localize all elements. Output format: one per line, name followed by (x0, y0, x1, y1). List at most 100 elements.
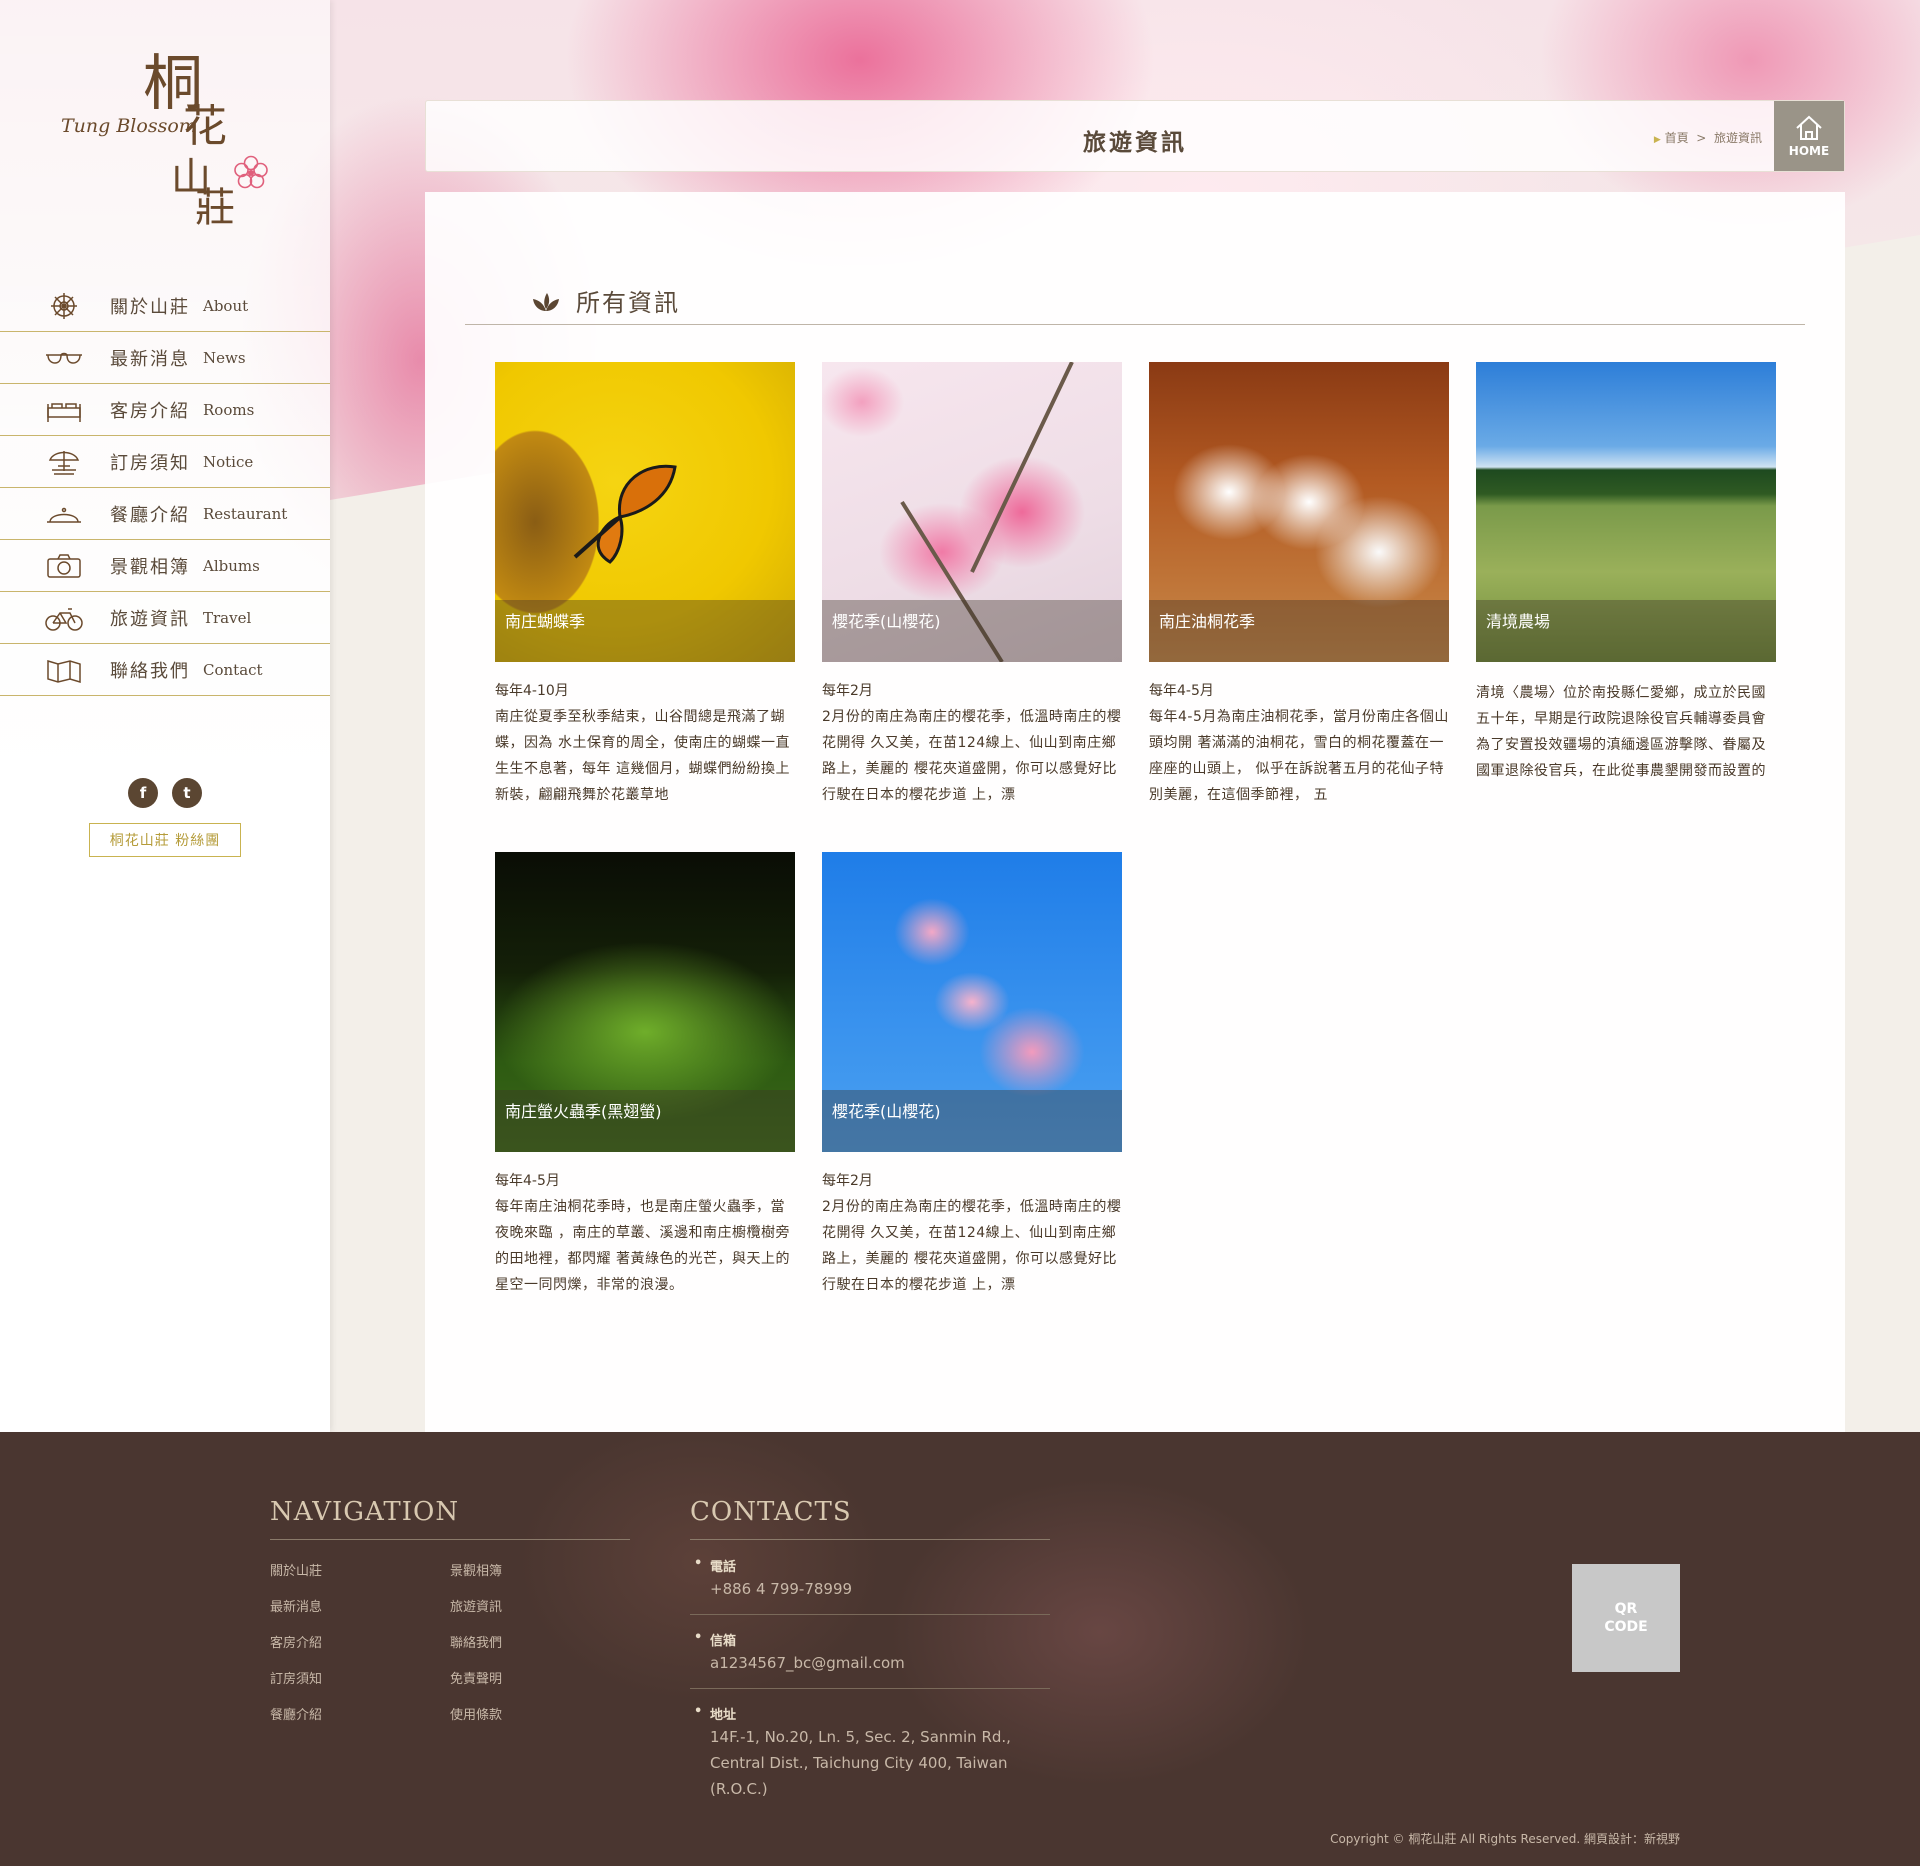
breadcrumb-separator: > (1696, 131, 1707, 145)
social-links: f t (128, 778, 202, 808)
card-image[interactable]: 南庄螢火蟲季(黑翅螢) (495, 852, 795, 1152)
nav-label-en: Travel (203, 609, 252, 627)
nav-label-en: Albums (203, 557, 260, 575)
main-content: 所有資訊 南庄蝴蝶季 每年4-10月 南庄從夏季至秋季結束，山谷間總是飛滿了蝴蝶… (425, 192, 1845, 1432)
copyright: Copyright © 桐花山莊 All Rights Reserved. 網頁… (1330, 1832, 1680, 1846)
nav-label-zh: 餐廳介紹 (110, 505, 190, 526)
nav-label-zh: 最新消息 (110, 349, 190, 370)
parasol-icon (48, 451, 80, 475)
butterfly-image (573, 464, 677, 564)
nav-item-contact[interactable]: 聯絡我們 Contact (0, 644, 330, 696)
house-icon (1796, 115, 1822, 140)
nav-label-zh: 客房介紹 (110, 401, 190, 422)
fan-page-button[interactable]: 桐花山莊 粉絲團 (89, 823, 241, 857)
email-label: 信箱 (694, 1630, 736, 1649)
card-date: 每年4-5月 (495, 1173, 560, 1189)
card-description: 每年南庄油桐花季時，也是南庄螢火蟲季，當夜晚來臨 ，南庄的草叢、溪邊和南庄櫥欖樹… (495, 1199, 790, 1293)
nav-label-en: Contact (203, 661, 263, 679)
nav-item-notice[interactable]: 訂房須知 Notice (0, 436, 330, 488)
home-button[interactable]: HOME (1774, 101, 1844, 171)
nav-item-restaurant[interactable]: 餐廳介紹 Restaurant (0, 488, 330, 540)
nav-label-zh: 旅遊資訊 (110, 609, 190, 630)
footer-link[interactable]: 使用條款 (450, 1704, 502, 1723)
facebook-icon[interactable]: f (128, 778, 158, 808)
nav-item-rooms[interactable]: 客房介紹 Rooms (0, 384, 330, 436)
card-caption: 櫻花季(山櫻花) (822, 1090, 1122, 1152)
cloche-icon (47, 507, 81, 523)
card-date: 每年4-5月 (1149, 683, 1214, 699)
address-line-2: Central Dist., Taichung City 400, Taiwan (710, 1754, 1008, 1772)
nav-item-albums[interactable]: 景觀相簿 Albums (0, 540, 330, 592)
travel-card[interactable]: 南庄螢火蟲季(黑翅螢) 每年4-5月 每年南庄油桐花季時，也是南庄螢火蟲季，當夜… (495, 852, 795, 1298)
divider (270, 1539, 630, 1540)
nav-label-zh: 關於山莊 (110, 297, 190, 318)
page-header: 旅遊資訊 ▶ 首頁 > 旅遊資訊 HOME (425, 100, 1845, 172)
footer-link[interactable]: 關於山莊 (270, 1560, 322, 1579)
footer-link[interactable]: 免責聲明 (450, 1668, 502, 1687)
card-description: 2月份的南庄為南庄的櫻花季，低溫時南庄的櫻花開得 久又美，在苗124線上、仙山到… (822, 709, 1122, 803)
travel-card[interactable]: 櫻花季(山櫻花) 每年2月 2月份的南庄為南庄的櫻花季，低溫時南庄的櫻花開得 久… (822, 852, 1122, 1298)
address-line-1: 14F.-1, No.20, Ln. 5, Sec. 2, Sanmin Rd.… (710, 1728, 1011, 1746)
travel-card[interactable]: 南庄油桐花季 每年4-5月 每年4-5月為南庄油桐花季，當月份南庄各個山頭均開 … (1149, 362, 1449, 808)
logo-english: Tung Blossom (61, 115, 197, 137)
dharma-wheel-icon (51, 293, 77, 319)
glasses-icon (46, 352, 82, 364)
phone-label: 電話 (694, 1556, 736, 1575)
map-icon (47, 659, 81, 684)
email-value[interactable]: a1234567_bc@gmail.com (710, 1650, 905, 1676)
nav-item-news[interactable]: 最新消息 News (0, 332, 330, 384)
footer: NAVIGATION 關於山莊 最新消息 客房介紹 訂房須知 餐廳介紹 景觀相簿… (0, 1432, 1920, 1866)
travel-card[interactable]: 南庄蝴蝶季 每年4-10月 南庄從夏季至秋季結束，山谷間總是飛滿了蝴蝶，因為 水… (495, 362, 795, 808)
footer-nav-heading: NAVIGATION (270, 1497, 460, 1527)
travel-card[interactable]: 櫻花季(山櫻花) 每年2月 2月份的南庄為南庄的櫻花季，低溫時南庄的櫻花開得 久… (822, 362, 1122, 808)
card-image[interactable]: 南庄油桐花季 (1149, 362, 1449, 662)
card-description: 南庄從夏季至秋季結束，山谷間總是飛滿了蝴蝶，因為 水土保育的周全，使南庄的蝴蝶一… (495, 709, 790, 803)
nav-label-zh: 訂房須知 (110, 453, 190, 474)
footer-link[interactable]: 旅遊資訊 (450, 1596, 502, 1615)
footer-link[interactable]: 聯絡我們 (450, 1632, 502, 1651)
footer-link[interactable]: 客房介紹 (270, 1632, 322, 1651)
nav-label-en: Rooms (203, 401, 255, 419)
footer-link[interactable]: 景觀相簿 (450, 1560, 502, 1579)
card-caption: 南庄油桐花季 (1149, 600, 1449, 662)
card-description: 每年4-5月為南庄油桐花季，當月份南庄各個山頭均開 著滿滿的油桐花，雪白的桐花覆… (1149, 709, 1449, 803)
footer-link[interactable]: 最新消息 (270, 1596, 322, 1615)
section-header: 所有資訊 (465, 277, 1805, 325)
footer-link[interactable]: 訂房須知 (270, 1668, 322, 1687)
qr-code: QR CODE (1572, 1564, 1680, 1672)
breadcrumb-home[interactable]: 首頁 (1665, 131, 1689, 145)
card-description: 2月份的南庄為南庄的櫻花季，低溫時南庄的櫻花開得 久又美，在苗124線上、仙山到… (822, 1199, 1122, 1293)
logo[interactable]: 桐 花 山 莊 Tung Blossom (55, 35, 285, 255)
card-description: 清境〈農場〉位於南投縣仁愛鄉，成立於民國五十年，早期是行政院退除役官兵輔導委員會… (1476, 685, 1766, 779)
section-title: 所有資訊 (576, 289, 680, 317)
card-image[interactable]: 南庄蝴蝶季 (495, 362, 795, 662)
bed-icon (47, 403, 81, 422)
nav-label-en: About (203, 297, 249, 315)
phone-value[interactable]: +886 4 799-78999 (710, 1576, 852, 1602)
nav-label-en: Notice (203, 453, 254, 471)
nav-item-travel[interactable]: 旅遊資訊 Travel (0, 592, 330, 644)
travel-card[interactable]: 清境農場 清境〈農場〉位於南投縣仁愛鄉，成立於民國五十年，早期是行政院退除役官兵… (1476, 362, 1776, 784)
card-date: 每年4-10月 (495, 683, 569, 699)
breadcrumb: ▶ 首頁 > 旅遊資訊 (1654, 129, 1762, 146)
qr-label-2: CODE (1604, 1619, 1648, 1635)
card-date: 每年2月 (822, 1173, 873, 1189)
main-nav: 關於山莊 About 最新消息 News 客房介紹 Rooms 訂房須知 Not… (0, 280, 330, 696)
bicycle-icon (45, 608, 83, 631)
address-line-3: (R.O.C.) (710, 1780, 768, 1798)
card-date: 每年2月 (822, 683, 873, 699)
card-image[interactable]: 清境農場 (1476, 362, 1776, 662)
footer-contacts-heading: CONTACTS (690, 1497, 852, 1527)
card-image[interactable]: 櫻花季(山櫻花) (822, 852, 1122, 1152)
divider (690, 1688, 1050, 1689)
footer-link[interactable]: 餐廳介紹 (270, 1704, 322, 1723)
card-image[interactable]: 櫻花季(山櫻花) (822, 362, 1122, 662)
twitter-icon[interactable]: t (172, 778, 202, 808)
logo-char-4: 莊 (195, 185, 235, 231)
camera-icon (47, 554, 81, 578)
nav-label-zh: 聯絡我們 (110, 661, 190, 682)
breadcrumb-arrow-icon: ▶ (1653, 135, 1661, 145)
blossom-icon (234, 155, 268, 189)
page-title: 旅遊資訊 (1083, 130, 1187, 156)
nav-item-about[interactable]: 關於山莊 About (0, 280, 330, 332)
